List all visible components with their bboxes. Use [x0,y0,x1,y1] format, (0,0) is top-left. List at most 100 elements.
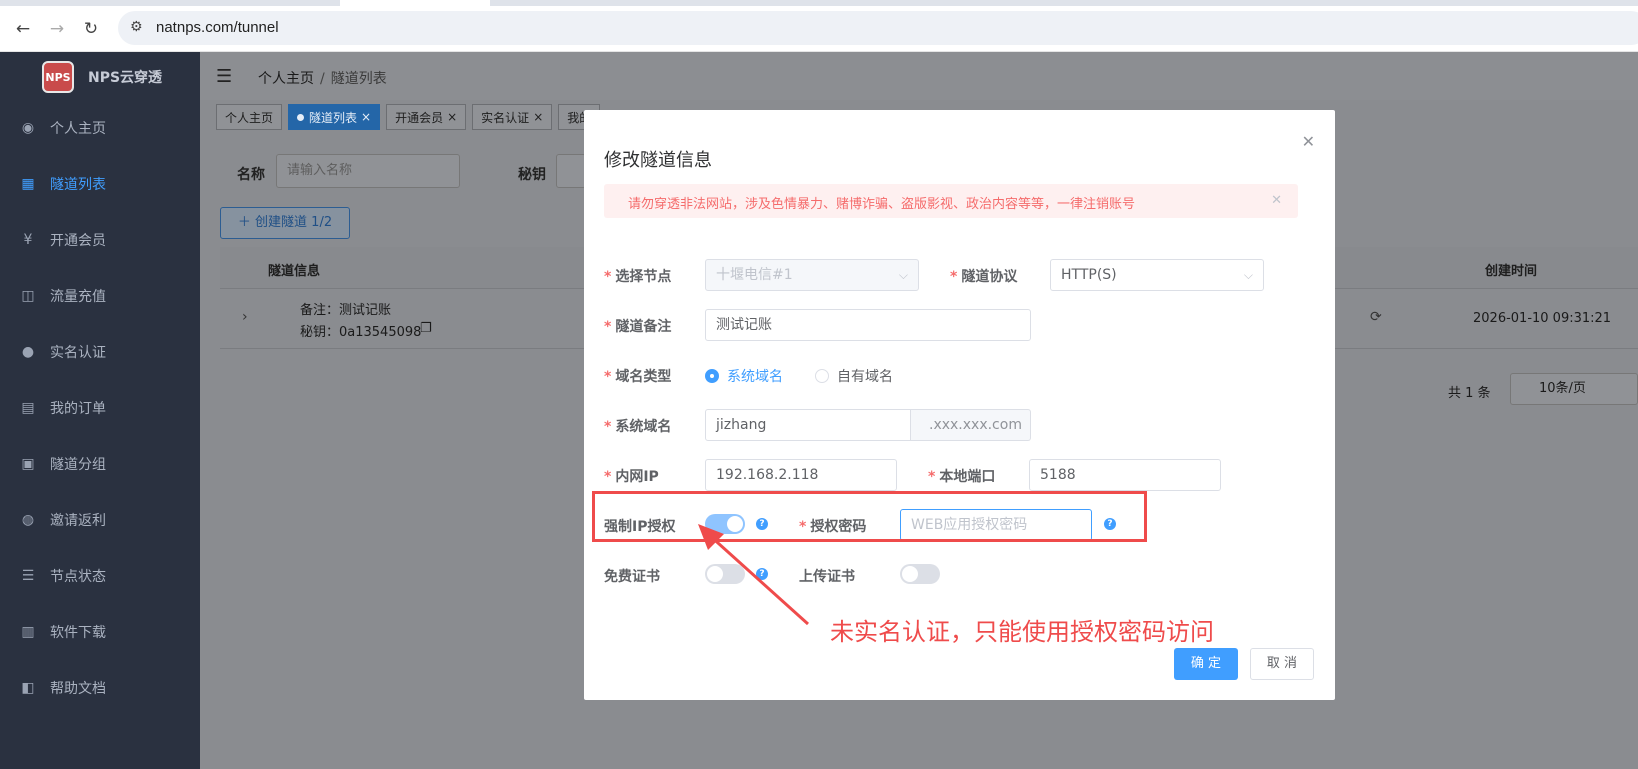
sidebar-item-verification[interactable]: ● 实名认证 [0,324,200,380]
reload-icon[interactable]: ↻ [80,18,102,40]
sidebar-item-label: 流量充值 [50,289,106,305]
tag-label: 个人主页 [225,110,274,125]
sidebar-item-label: 节点状态 [50,569,106,585]
tag-label: 开通会员 [395,110,444,125]
protocol-select[interactable]: HTTP(S) ⌵ [1050,259,1264,291]
node-select[interactable]: 十堰电信#1 ⌵ [705,259,919,291]
sidebar-item-home[interactable]: ◉ 个人主页 [0,100,200,156]
local-port-label: * 本地端口 [928,469,996,485]
sidebar-item-orders[interactable]: ▤ 我的订单 [0,380,200,436]
tags-view: 个人主页 隧道列表 × 开通会员 × 实名认证 × 我的 [216,104,601,130]
breadcrumb-current: 隧道列表 [330,71,387,87]
expand-chevron-icon[interactable]: › [242,309,248,325]
tag-verification[interactable]: 实名认证 × [472,104,553,130]
lan-ip-label: * 内网IP [604,469,659,485]
close-icon[interactable]: ✕ [1271,193,1282,208]
filter-key-label: 秘钥 [518,167,546,183]
breadcrumb-separator: / [320,71,325,87]
sidebar-item-membership[interactable]: ¥ 开通会员 [0,212,200,268]
breadcrumb-home[interactable]: 个人主页 [258,71,314,87]
brand-logo: NPS [42,61,74,93]
local-port-input[interactable]: 5188 [1029,459,1221,491]
tag-tunnels[interactable]: 隧道列表 × [288,104,381,130]
folder-icon: ▣ [21,456,35,472]
breadcrumb: 个人主页 / 隧道列表 [258,68,387,88]
annotation-text: 未实名认证，只能使用授权密码访问 [830,618,1214,646]
close-icon[interactable]: × [533,110,543,124]
pagination-total: 共 1 条 [1448,386,1491,401]
copy-icon[interactable]: ❐ [420,321,432,336]
book-icon: ◧ [21,680,35,696]
node-value: 十堰电信#1 [716,267,793,283]
column-header: 隧道信息 [268,264,321,279]
page-header: ☰ 个人主页 / 隧道列表 [200,52,1638,100]
warning-alert: 请勿穿透非法网站，涉及色情暴力、赌博诈骗、盗版影视、政治内容等等，一律注销账号 … [604,184,1298,218]
tag-label: 实名认证 [481,110,530,125]
create-tunnel-button[interactable]: ＋ 创建隧道 1/2 [220,207,350,239]
sidebar-item-label: 我的订单 [50,401,106,417]
sidebar-item-label: 帮助文档 [50,681,106,697]
sidebar-item-label: 软件下载 [50,625,106,641]
lan-ip-input[interactable]: 192.168.2.118 [705,459,897,491]
protocol-value: HTTP(S) [1061,267,1117,283]
confirm-button[interactable]: 确 定 [1174,648,1238,680]
remark-label: * 隧道备注 [604,319,672,335]
tag-membership[interactable]: 开通会员 × [386,104,467,130]
domain-type-label: * 域名类型 [604,369,672,385]
row-key: 秘钥：0a13545098 [300,325,422,340]
sidebar-menu: ◉ 个人主页 ▦ 隧道列表 ¥ 开通会员 ◫ 流量充值 ● 实名认证 ▤ 我的订单 ▣ 隧道分… [0,100,200,716]
brand[interactable]: NPS NPS云穿透 [42,60,162,94]
menu-toggle-icon[interactable]: ☰ [216,66,232,87]
back-icon[interactable]: ← [12,18,34,40]
yen-icon: ¥ [23,232,33,248]
sidebar-item-label: 实名认证 [50,345,106,361]
system-domain-input[interactable]: jizhang [705,409,911,441]
chevron-down-icon: ⌵ [898,268,908,282]
forward-icon[interactable]: → [46,18,68,40]
sidebar-item-nodes[interactable]: ☰ 节点状态 [0,548,200,604]
user-icon: ● [21,344,35,360]
radio-circle [815,369,829,383]
upload-cert-switch[interactable] [900,564,940,584]
brand-name: NPS云穿透 [88,70,163,86]
switch-knob [902,566,918,582]
sidebar-item-docs[interactable]: ◧ 帮助文档 [0,660,200,716]
sidebar-item-label: 邀请返利 [50,513,106,529]
sidebar-item-download[interactable]: ▥ 软件下载 [0,604,200,660]
protocol-label: * 隧道协议 [950,269,1018,285]
domain-suffix: .xxx.xxx.com [911,409,1031,441]
chat-icon: ◍ [21,512,35,528]
url-text[interactable]: natnps.com/tunnel [156,19,279,36]
close-icon[interactable]: × [361,110,371,124]
filter-key-input[interactable] [556,154,586,188]
sidebar-item-label: 隧道列表 [50,177,106,193]
annotation-arrow-icon [698,524,810,626]
address-bar[interactable]: ⚙ natnps.com/tunnel [118,11,1638,45]
chevron-down-icon: ⌵ [1243,268,1253,282]
sidebar-item-groups[interactable]: ▣ 隧道分组 [0,436,200,492]
sidebar-item-invite[interactable]: ◍ 邀请返利 [0,492,200,548]
grid-icon: ▦ [21,176,35,192]
annotation-highlight-box [592,491,1147,542]
sidebar-item-tunnels[interactable]: ▦ 隧道列表 [0,156,200,212]
sidebar: NPS NPS云穿透 ◉ 个人主页 ▦ 隧道列表 ¥ 开通会员 ◫ 流量充值 ● 实名认证… [0,52,200,769]
close-icon[interactable]: ✕ [1302,132,1315,151]
radio-own-domain[interactable]: 自有域名 [815,366,893,386]
alert-text: 请勿穿透非法网站，涉及色情暴力、赌博诈骗、盗版影视、政治内容等等，一律注销账号 [628,197,1136,212]
sidebar-item-traffic[interactable]: ◫ 流量充值 [0,268,200,324]
active-dot-icon [297,113,305,121]
list-icon: ☰ [21,568,35,584]
refresh-icon[interactable]: ⟳ [1370,309,1382,325]
radio-label: 自有域名 [837,369,893,385]
tag-home[interactable]: 个人主页 [216,104,283,130]
remark-input[interactable]: 测试记账 [705,309,1031,341]
radio-label: 系统域名 [727,369,783,385]
sidebar-item-label: 隧道分组 [50,457,106,473]
site-info-icon[interactable]: ⚙ [130,19,143,35]
close-icon[interactable]: × [447,110,457,124]
page-size-select[interactable]: 10条/页 [1510,373,1638,405]
filter-name-input[interactable]: 请输入名称 [276,154,460,188]
cancel-button[interactable]: 取 消 [1250,648,1314,680]
radio-system-domain[interactable]: 系统域名 [705,366,783,386]
filter-name-label: 名称 [237,167,265,183]
